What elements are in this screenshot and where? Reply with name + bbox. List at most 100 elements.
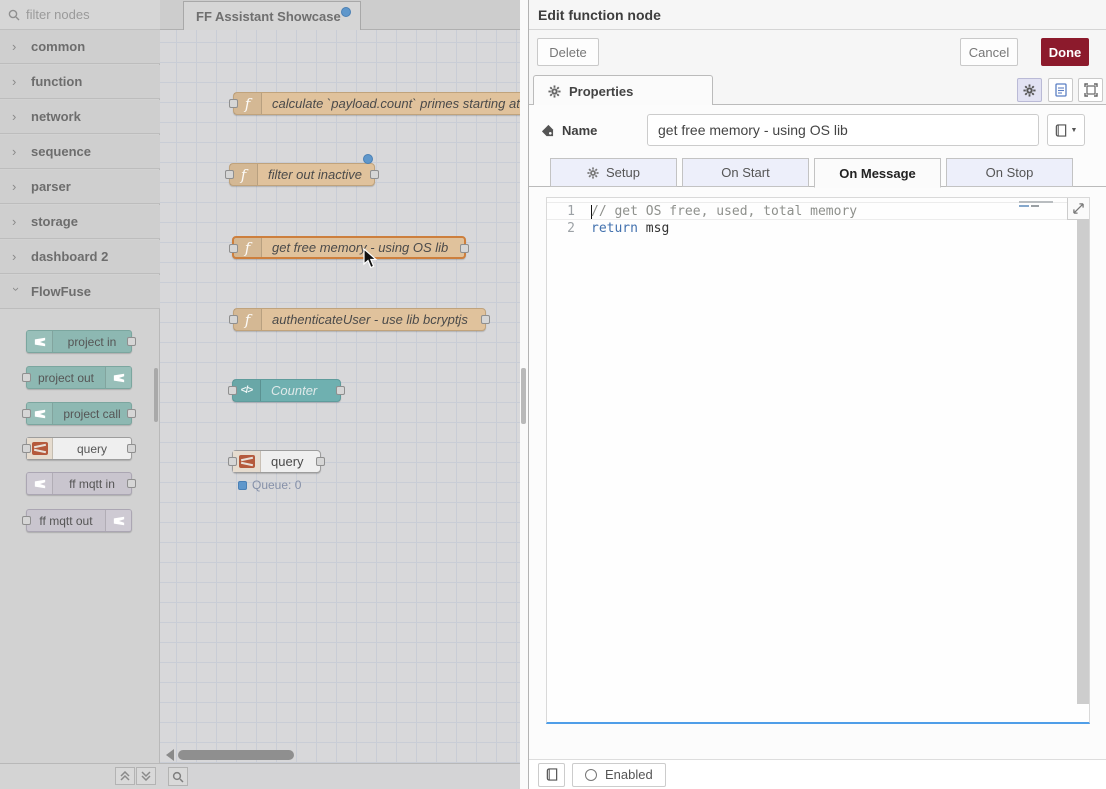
flowfuse-icon: [27, 331, 53, 352]
flow-node-query[interactable]: query: [232, 450, 321, 473]
node-port[interactable]: [229, 99, 238, 108]
flow-node-filter-out-inactive[interactable]: f filter out inactive: [229, 163, 375, 186]
book-icon: [546, 768, 558, 781]
code-icon: </>: [233, 380, 261, 401]
node-port[interactable]: [460, 244, 469, 253]
tab-properties[interactable]: Properties: [533, 75, 713, 106]
tab-on-start[interactable]: On Start: [682, 158, 809, 187]
chevron-right-icon: ›: [12, 249, 21, 264]
node-port[interactable]: [127, 444, 136, 453]
cancel-button[interactable]: Cancel: [960, 38, 1018, 66]
palette-category-flowfuse[interactable]: ›FlowFuse: [0, 275, 160, 309]
node-port[interactable]: [127, 337, 136, 346]
palette-node-project-call[interactable]: project call: [26, 402, 132, 425]
filter-nodes-input[interactable]: [26, 7, 141, 22]
search-flows-button[interactable]: [168, 767, 188, 786]
node-port[interactable]: [229, 315, 238, 324]
node-port[interactable]: [22, 444, 31, 453]
unsaved-changes-dot: [341, 7, 351, 17]
tray-toolbar: Delete Cancel Done: [529, 30, 1106, 72]
node-port[interactable]: [481, 315, 490, 324]
tab-on-stop[interactable]: On Stop: [946, 158, 1073, 187]
node-port[interactable]: [22, 516, 31, 525]
palette-category-function[interactable]: ›function: [0, 65, 160, 99]
chevron-right-icon: ›: [12, 144, 21, 159]
flowfuse-icon: [105, 510, 131, 531]
done-button[interactable]: Done: [1041, 38, 1089, 66]
editor-scrollbar-thumb[interactable]: [1077, 220, 1089, 704]
search-icon: [172, 771, 184, 783]
chevron-right-icon: ›: [12, 109, 21, 124]
palette-category-common[interactable]: ›common: [0, 30, 160, 64]
scroll-left-arrow-icon[interactable]: [166, 749, 174, 761]
gear-icon: [548, 85, 561, 98]
editor-line: 1 // get OS free, used, total memory: [547, 202, 1089, 220]
search-icon: [8, 9, 20, 21]
tray-title: Edit function node: [538, 7, 661, 23]
code-editor[interactable]: 1 // get OS free, used, total memory 2 r…: [546, 197, 1090, 724]
palette-node-query[interactable]: query: [26, 437, 132, 460]
collapse-all-button[interactable]: [115, 767, 135, 785]
library-icon-button[interactable]: [538, 763, 565, 787]
tab-setup[interactable]: Setup: [550, 158, 677, 187]
palette-category-dashboard2[interactable]: ›dashboard 2: [0, 240, 160, 274]
name-row: Name ▼: [541, 113, 1097, 147]
book-icon: [1055, 124, 1067, 137]
library-dropdown-button[interactable]: ▼: [1047, 114, 1085, 146]
description-icon-button[interactable]: [1048, 78, 1073, 102]
node-port[interactable]: [229, 244, 238, 253]
flow-node-calculate-primes[interactable]: f calculate `payload.count` primes start…: [233, 92, 520, 115]
editor-expand-button[interactable]: [1067, 198, 1089, 220]
delete-button[interactable]: Delete: [537, 38, 599, 66]
flow-node-counter[interactable]: </> Counter: [232, 379, 341, 402]
palette-category-parser[interactable]: ›parser: [0, 170, 160, 204]
node-port[interactable]: [228, 457, 237, 466]
palette-node-ff-mqtt-out[interactable]: ff mqtt out: [26, 509, 132, 532]
flowfuse-icon: [105, 367, 131, 388]
flow-node-authenticate-user[interactable]: f authenticateUser - use lib bcryptjs: [233, 308, 486, 331]
node-port[interactable]: [316, 457, 325, 466]
workspace-vertical-scrollbar: [520, 0, 528, 789]
flow-tab[interactable]: FF Assistant Showcase: [183, 1, 361, 30]
name-label: Name: [541, 123, 647, 138]
node-name-input[interactable]: [647, 114, 1039, 146]
palette-category-sequence[interactable]: ›sequence: [0, 135, 160, 169]
flow-node-get-free-memory[interactable]: f get free memory - using OS lib: [232, 236, 466, 259]
tray-tab-row: Properties: [529, 72, 1106, 105]
workspace-tab-bar: FF Assistant Showcase: [160, 0, 520, 30]
properties-icon-button[interactable]: [1017, 78, 1042, 102]
toggle-circle-icon: [585, 769, 597, 781]
node-port[interactable]: [228, 386, 237, 395]
palette-scrollbar[interactable]: [154, 368, 158, 422]
node-port[interactable]: [127, 409, 136, 418]
palette-node-project-in[interactable]: project in: [26, 330, 132, 353]
node-port[interactable]: [127, 479, 136, 488]
palette-node-ff-mqtt-in[interactable]: ff mqtt in: [26, 472, 132, 495]
chevron-right-icon: ›: [12, 214, 21, 229]
horizontal-scrollbar-thumb[interactable]: [178, 750, 294, 760]
flow-workspace[interactable]: FF Assistant Showcase f calculate `paylo…: [160, 0, 520, 789]
function-icon: f: [230, 164, 258, 185]
expand-all-button[interactable]: [136, 767, 156, 785]
node-changed-dot: [363, 154, 373, 164]
node-port[interactable]: [336, 386, 345, 395]
node-port[interactable]: [225, 170, 234, 179]
chevron-right-icon: ›: [12, 39, 21, 54]
vertical-scrollbar-thumb[interactable]: [521, 368, 526, 424]
node-port[interactable]: [22, 409, 31, 418]
node-palette: ›common ›function ›network ›sequence ›pa…: [0, 0, 160, 789]
canvas-grid[interactable]: f calculate `payload.count` primes start…: [160, 30, 520, 763]
palette-category-storage[interactable]: ›storage: [0, 205, 160, 239]
palette-node-project-out[interactable]: project out: [26, 366, 132, 389]
edit-node-tray: Edit function node Delete Cancel Done Pr…: [528, 0, 1106, 789]
node-port[interactable]: [370, 170, 379, 179]
expand-diagonal-icon: [1073, 203, 1084, 214]
appearance-icon-button[interactable]: [1078, 78, 1103, 102]
node-port[interactable]: [22, 373, 31, 382]
tab-on-message[interactable]: On Message: [814, 158, 941, 188]
function-icon: f: [234, 309, 262, 330]
gear-icon: [587, 167, 599, 179]
node-status: Queue: 0: [238, 478, 301, 492]
node-enabled-toggle[interactable]: Enabled: [572, 763, 666, 787]
palette-category-network[interactable]: ›network: [0, 100, 160, 134]
